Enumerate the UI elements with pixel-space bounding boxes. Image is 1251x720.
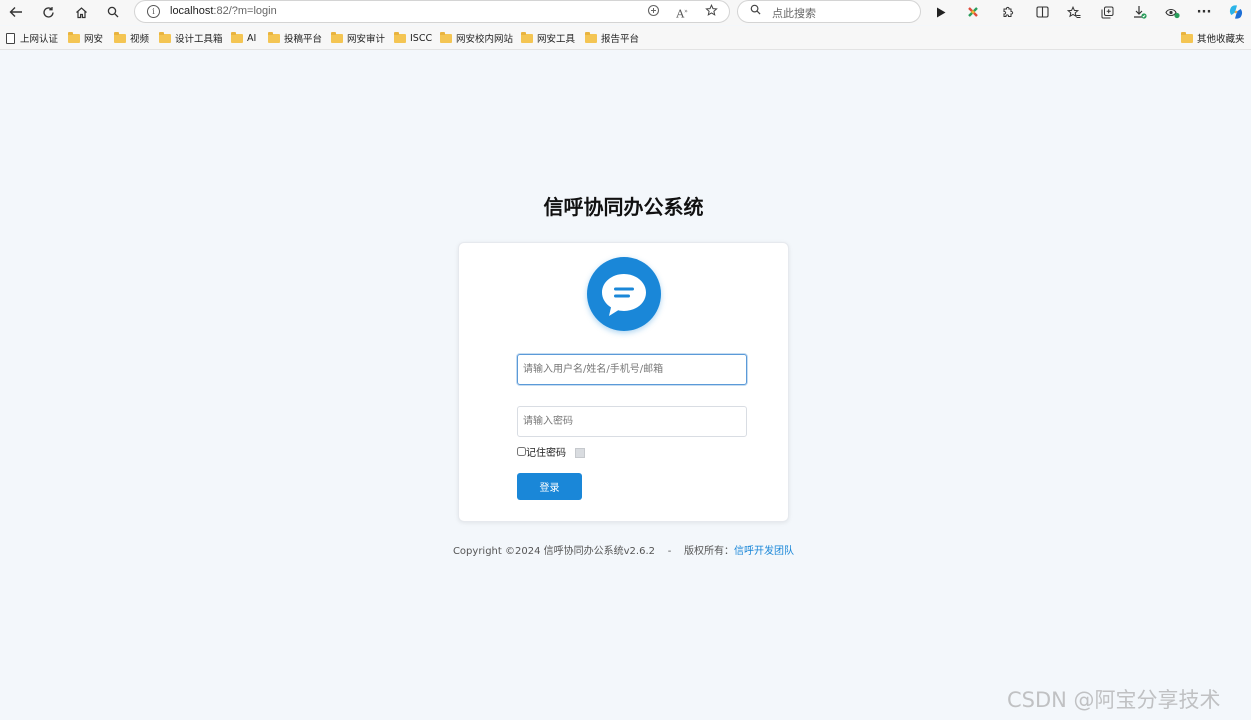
folder-icon: [159, 31, 171, 43]
folder-icon: [114, 31, 126, 43]
collections-icon[interactable]: [1095, 1, 1119, 23]
folder-icon: [521, 31, 533, 43]
bookmark-folder[interactable]: 网安: [68, 31, 103, 45]
bookmark-folder[interactable]: AI: [231, 31, 256, 45]
bookmark-item[interactable]: 上网认证: [6, 31, 58, 45]
login-button[interactable]: 登录: [517, 473, 582, 500]
folder-icon: [394, 31, 406, 43]
bookmark-folder[interactable]: 网安校内网站: [440, 31, 513, 45]
copilot-icon[interactable]: [1224, 1, 1248, 23]
address-url[interactable]: localhost:82/?m=login: [170, 5, 277, 17]
watermark: CSDN @阿宝分享技术: [1007, 688, 1221, 712]
refresh-icon[interactable]: [36, 1, 60, 23]
remember-label: 记住密码: [526, 447, 566, 459]
favorite-icon[interactable]: [702, 3, 720, 20]
remember-checkbox[interactable]: [517, 446, 526, 456]
translate-icon[interactable]: [644, 4, 662, 20]
footer-separator: -: [667, 546, 672, 557]
bookmark-folder[interactable]: 投稿平台: [268, 31, 322, 45]
image-icon: [575, 448, 585, 458]
chat-icon: [587, 257, 661, 331]
search-placeholder: 点此搜索: [772, 7, 816, 20]
team-link[interactable]: 信呼开发团队: [734, 546, 794, 557]
folder-icon: [68, 31, 80, 43]
performance-icon[interactable]: [1160, 1, 1184, 23]
home-icon[interactable]: [69, 1, 93, 23]
address-bar[interactable]: i localhost:82/?m=login A»: [134, 0, 730, 23]
folder-icon: [231, 31, 243, 43]
footer: Copyright ©2024 信呼协同办公系统v2.6.2 - 版权所有：信呼…: [0, 542, 1247, 557]
page-title: 信呼协同办公系统: [543, 195, 704, 219]
password-input[interactable]: [517, 406, 747, 437]
back-icon[interactable]: [4, 1, 28, 23]
read-aloud-icon[interactable]: A»: [673, 4, 691, 21]
bookmark-folder[interactable]: 网安审计: [331, 31, 385, 45]
downloads-icon[interactable]: [1128, 1, 1152, 23]
bookmark-folder[interactable]: 视频: [114, 31, 149, 45]
folder-icon: [440, 31, 452, 43]
bookmark-folder[interactable]: 报告平台: [585, 31, 639, 45]
favorites-icon[interactable]: [1062, 1, 1086, 23]
extension-icon[interactable]: [961, 1, 985, 23]
extensions-puzzle-icon[interactable]: [995, 1, 1019, 23]
copyright-text: Copyright ©2024 信呼协同办公系统v2.6.2: [452, 546, 655, 557]
search-icon[interactable]: [101, 1, 125, 23]
info-icon[interactable]: i: [147, 5, 160, 18]
bookmark-folder[interactable]: 网安工具: [521, 31, 575, 45]
folder-icon: [331, 31, 343, 43]
browser-toolbar: i localhost:82/?m=login A» 点此搜索 ···: [0, 0, 1251, 25]
bookmarks-bar: 上网认证 网安 视频 设计工具箱 AI 投稿平台 网安审计 ISCC 网安校内网…: [0, 26, 1251, 50]
bookmark-folder[interactable]: ISCC: [394, 31, 432, 45]
remember-password[interactable]: 记住密码: [517, 444, 566, 459]
folder-icon: [585, 31, 597, 43]
play-icon[interactable]: [929, 1, 953, 23]
bookmark-folder[interactable]: 设计工具箱: [159, 31, 223, 45]
username-input[interactable]: [517, 354, 747, 385]
other-bookmarks-folder[interactable]: 其他收藏夹: [1181, 31, 1245, 45]
search-box[interactable]: 点此搜索: [737, 0, 921, 23]
folder-icon: [268, 31, 280, 43]
search-icon: [750, 4, 761, 18]
folder-icon: [1181, 31, 1193, 43]
login-card: 记住密码 登录: [458, 242, 789, 522]
split-screen-icon[interactable]: [1030, 1, 1054, 23]
more-icon[interactable]: ···: [1192, 1, 1216, 23]
page-icon: [6, 32, 15, 44]
rights-label: 版权所有：: [684, 546, 735, 557]
